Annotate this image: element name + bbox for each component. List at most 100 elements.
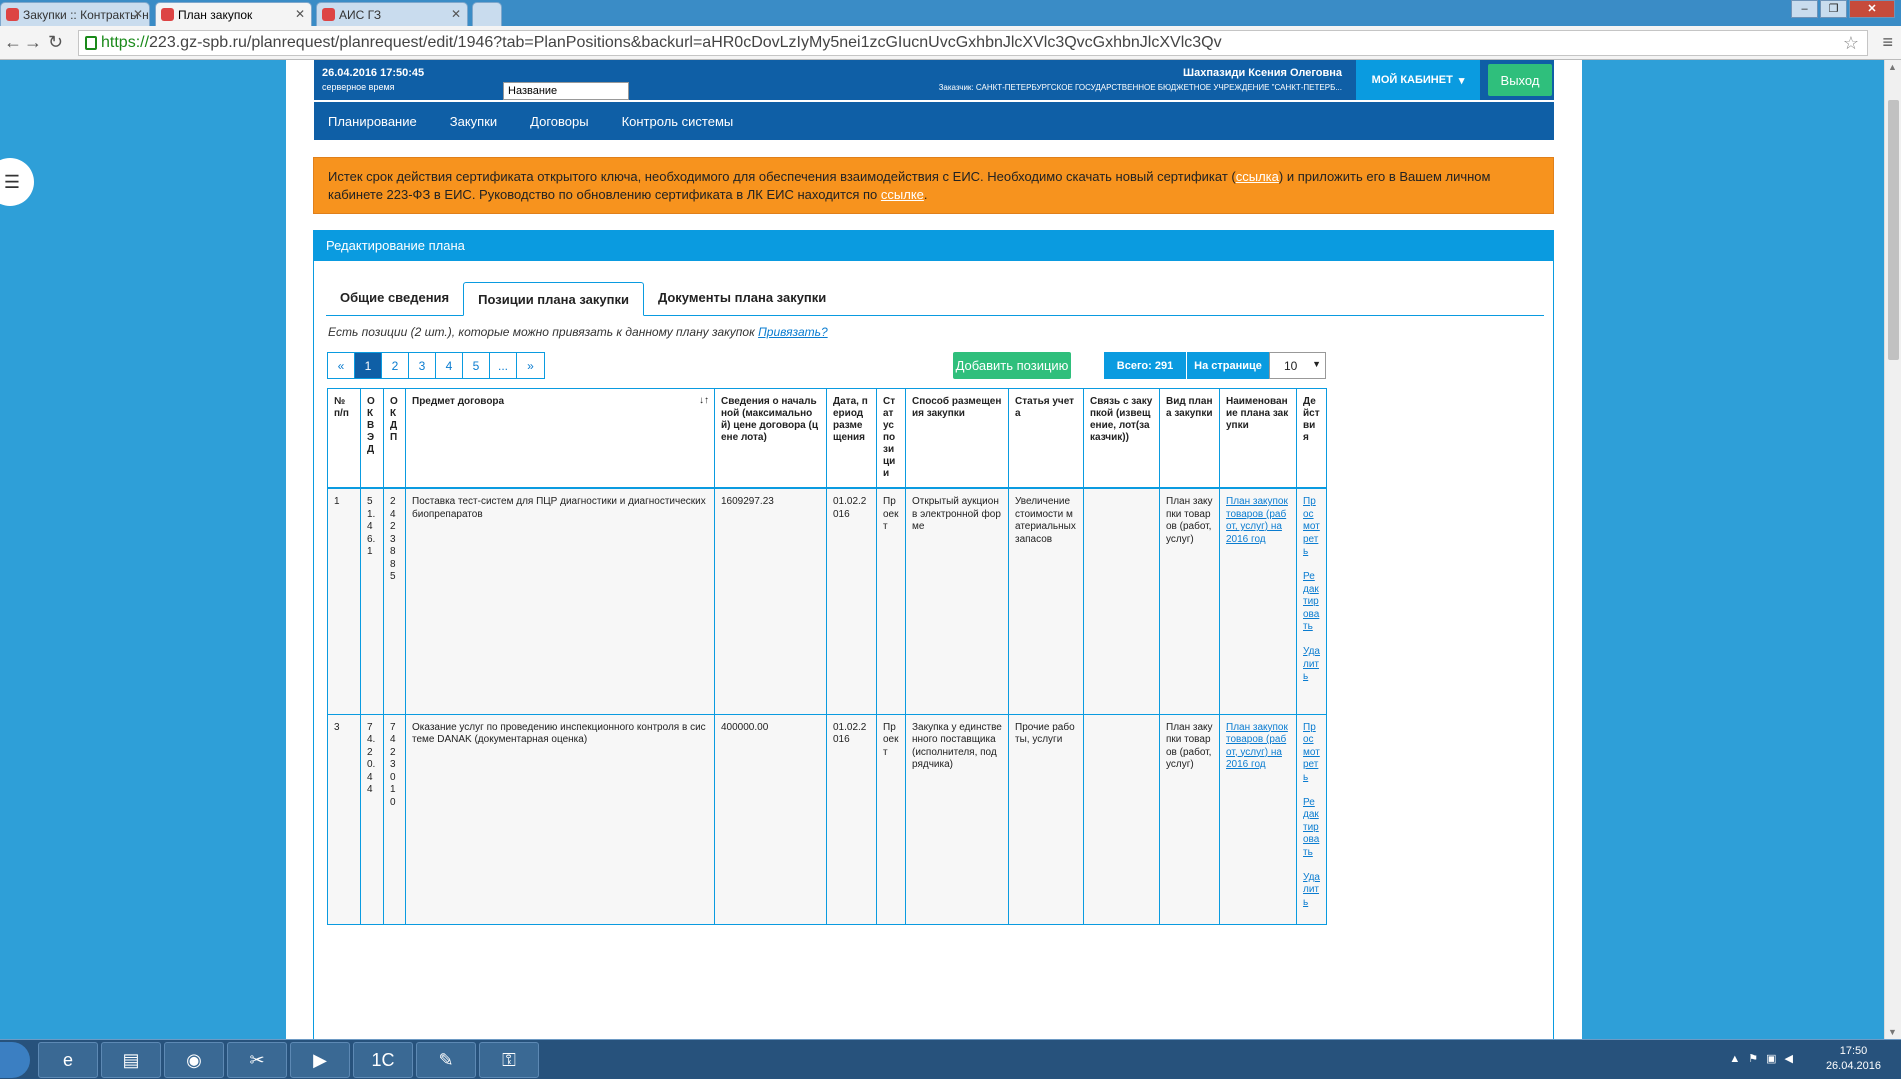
page-2[interactable]: 2: [382, 353, 409, 378]
address-bar: ← → ↻ https://223.gz-spb.ru/planrequest/…: [0, 26, 1901, 60]
close-tab-icon[interactable]: ✕: [133, 7, 143, 21]
logout-button[interactable]: Выход: [1488, 64, 1552, 96]
plan-tabs: Общие сведения Позиции плана закупки Док…: [326, 282, 1544, 316]
close-tab-icon[interactable]: ✕: [295, 7, 305, 21]
system-clock[interactable]: 17:50 26.04.2016: [1826, 1044, 1881, 1074]
table-row: 1 51.46.1 2423885 Поставка тест-систем д…: [327, 487, 1327, 715]
nav-item-contracts[interactable]: Договоры: [530, 114, 588, 129]
tab-positions[interactable]: Позиции плана закупки: [463, 282, 644, 316]
1c-icon[interactable]: 1С: [353, 1042, 413, 1078]
close-tab-icon[interactable]: ✕: [451, 7, 461, 21]
window-controls: – ❐ ✕: [1789, 0, 1895, 18]
chrome-icon[interactable]: ◉: [164, 1042, 224, 1078]
col-link: Связь с закупкой (извещение, лот(заказчи…: [1083, 388, 1160, 489]
start-button[interactable]: [0, 1042, 30, 1078]
forward-icon[interactable]: →: [24, 32, 42, 53]
page-next[interactable]: »: [517, 353, 544, 378]
col-num[interactable]: № п/п: [327, 388, 361, 489]
scroll-thumb[interactable]: [1888, 100, 1899, 360]
tray-icons[interactable]: ▲⚑▣◀: [1729, 1052, 1801, 1065]
user-name: Шахпазиди Ксения Олеговна: [1183, 67, 1342, 79]
alert-link-guide[interactable]: ссылке: [881, 187, 924, 202]
browser-tab[interactable]: АИС ГЗ ✕: [316, 2, 468, 26]
page-5[interactable]: 5: [463, 353, 490, 378]
browser-tabbar: Закупки :: Контракты на з ✕ План закупок…: [0, 0, 1901, 26]
delete-link[interactable]: Удалить: [1303, 646, 1320, 682]
edit-link[interactable]: Редактировать: [1303, 571, 1319, 632]
scroll-down-icon[interactable]: ▼: [1888, 1027, 1897, 1037]
plan-name-link[interactable]: План закупок товаров (работ, услуг) на 2…: [1226, 722, 1288, 771]
browser-tab-active[interactable]: План закупок ✕: [155, 2, 312, 26]
site-favicon-icon: [6, 8, 19, 21]
positions-table: № п/п ОКВЭД ОКДП Предмет договора ↓↑ Свед…: [327, 388, 1327, 925]
table-header-row: № п/п ОКВЭД ОКДП Предмет договора ↓↑ Свед…: [327, 388, 1327, 489]
main-nav: Планирование Закупки Договоры Контроль с…: [314, 102, 1554, 140]
col-subject[interactable]: Предмет договора ↓↑: [405, 388, 715, 489]
edit-plan-panel: Редактирование плана Общие сведения Пози…: [313, 230, 1554, 1039]
bind-link[interactable]: Привязать?: [758, 325, 828, 339]
nav-item-planning[interactable]: Планирование: [328, 114, 417, 129]
restore-icon[interactable]: ❐: [1820, 0, 1847, 18]
col-article: Статья учета: [1008, 388, 1084, 489]
col-plan-type: Вид плана закупки: [1159, 388, 1220, 489]
total-count: Всего: 291: [1104, 352, 1186, 379]
sort-icon[interactable]: ↓↑: [699, 395, 709, 407]
explorer-icon[interactable]: ▤: [101, 1042, 161, 1078]
col-status: Статус позиции: [876, 388, 906, 489]
page-more[interactable]: ...: [490, 353, 517, 378]
delete-link[interactable]: Удалить: [1303, 872, 1320, 908]
edit-link[interactable]: Редактировать: [1303, 797, 1319, 858]
col-price[interactable]: Сведения о начальной (максимальной) цене…: [714, 388, 827, 489]
tab-documents[interactable]: Документы плана закупки: [644, 281, 840, 315]
app-icon[interactable]: ✂: [227, 1042, 287, 1078]
name-tooltip: Название: [503, 82, 629, 100]
ie-icon[interactable]: e: [38, 1042, 98, 1078]
site-favicon-icon: [322, 8, 335, 21]
server-time-label: серверное время: [322, 82, 395, 92]
customer-name: Заказчик: САНКТ-ПЕТЕРБУРГСКОЕ ГОСУДАРСТВ…: [938, 83, 1342, 92]
scroll-up-icon[interactable]: ▲: [1888, 62, 1897, 72]
col-actions: Действия: [1296, 388, 1327, 489]
nav-item-purchases[interactable]: Закупки: [450, 114, 497, 129]
top-header: 26.04.2016 17:50:45 серверное время Назв…: [314, 60, 1554, 100]
media-player-icon[interactable]: ▶: [290, 1042, 350, 1078]
view-link[interactable]: Просмотреть: [1303, 496, 1320, 557]
bookmark-star-icon[interactable]: ☆: [1843, 33, 1859, 54]
table-row: 3 74.20.44 7423010 Оказание услуг по про…: [327, 713, 1327, 925]
add-position-button[interactable]: Добавить позицию: [953, 352, 1071, 379]
certificate-alert: Истек срок действия сертификата открытог…: [313, 157, 1554, 214]
new-tab-button[interactable]: [472, 2, 502, 26]
col-okved: ОКВЭД: [360, 388, 384, 489]
my-cabinet-button[interactable]: МОЙ КАБИНЕТ ▾: [1356, 60, 1480, 100]
page-scrollbar[interactable]: ▲ ▼: [1884, 60, 1901, 1039]
browser-tab[interactable]: Закупки :: Контракты на з ✕: [0, 2, 150, 26]
lock-icon: [85, 36, 97, 50]
page-1[interactable]: 1: [355, 353, 382, 378]
back-icon[interactable]: ←: [4, 32, 22, 53]
alert-link-certificate[interactable]: ссылка: [1236, 169, 1279, 184]
pagination: « 1 2 3 4 5 ... »: [327, 352, 545, 379]
nav-item-control[interactable]: Контроль системы: [622, 114, 734, 129]
reload-icon[interactable]: ↻: [48, 32, 63, 53]
url-input[interactable]: https://223.gz-spb.ru/planrequest/planre…: [78, 30, 1868, 56]
caret-down-icon: ▾: [1458, 74, 1465, 87]
key-app-icon[interactable]: ⚿: [479, 1042, 539, 1078]
page-3[interactable]: 3: [409, 353, 436, 378]
tab-general[interactable]: Общие сведения: [326, 281, 463, 315]
view-link[interactable]: Просмотреть: [1303, 722, 1320, 783]
per-page-select[interactable]: 10 ▼: [1269, 352, 1326, 379]
side-menu-toggle[interactable]: ☰: [0, 158, 34, 206]
site-favicon-icon: [161, 8, 174, 21]
browser-menu-icon[interactable]: ≡: [1882, 32, 1893, 53]
col-okdp: ОКДП: [383, 388, 406, 489]
page-prev[interactable]: «: [328, 353, 355, 378]
page-4[interactable]: 4: [436, 353, 463, 378]
tools-icon[interactable]: ✎: [416, 1042, 476, 1078]
panel-title: Редактирование плана: [314, 231, 1553, 261]
plan-name-link[interactable]: План закупок товаров (работ, услуг) на 2…: [1226, 496, 1288, 545]
close-window-icon[interactable]: ✕: [1849, 0, 1895, 18]
os-taskbar: e ▤ ◉ ✂ ▶ 1С ✎ ⚿ ▲⚑▣◀ 17:50 26.04.2016: [0, 1039, 1901, 1079]
minimize-icon[interactable]: –: [1791, 0, 1818, 18]
col-date[interactable]: Дата, период размещения: [826, 388, 877, 489]
server-datetime: 26.04.2016 17:50:45: [322, 67, 425, 79]
